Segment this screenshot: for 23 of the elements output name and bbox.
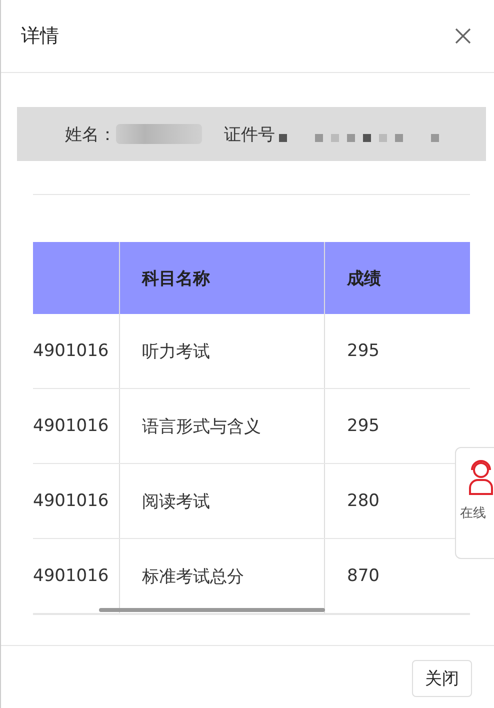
table-cell: 4901016 [33,341,109,361]
table-cell: 4901016 [33,566,109,586]
table-cell: 4901016 [33,416,109,436]
close-icon[interactable] [454,27,472,45]
close-button[interactable]: 关闭 [412,660,472,697]
table-cell: 295 [347,416,380,436]
support-person-icon [468,460,494,496]
table-cell: 870 [347,566,380,586]
name-label: 姓名： [65,124,116,146]
dialog-title: 详情 [21,24,59,49]
table-cell-text: 语言形式与含义 [142,416,261,438]
column-header: 科目名称 [120,242,325,314]
scrollbar[interactable] [99,608,325,612]
table-cell: 280 [347,491,380,511]
id-label: 证件号 [224,124,275,146]
table-cell-text: 标准考试总分 [142,566,244,588]
widget-label: 在线 [460,505,486,522]
chat-widget[interactable]: 在线 [455,447,494,559]
table-cell: 4901016 [33,491,109,511]
column-header: 成绩 [346,268,382,290]
table-cell: 295 [347,341,380,361]
table-cell-text: 阅读考试 [142,490,210,512]
table-cell-text: 听力考试 [142,340,210,362]
